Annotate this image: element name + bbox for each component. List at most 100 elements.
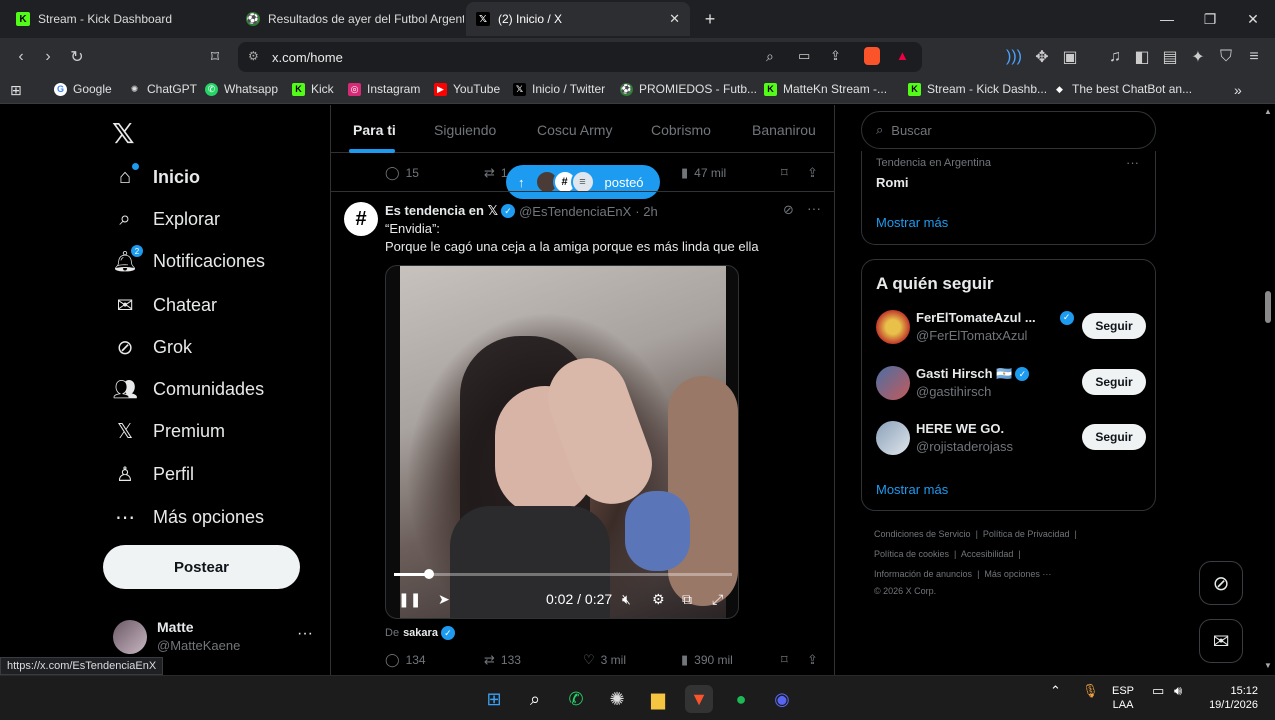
bookmark-whatsapp[interactable]: ✆ Whatsapp <box>205 82 278 96</box>
pause-icon[interactable]: ❚❚ <box>398 591 421 608</box>
sidebar-icon[interactable]: ◧ <box>1131 46 1153 68</box>
search-icon[interactable]: ⌕ <box>766 48 774 65</box>
scroll-up-icon[interactable]: ▲ <box>1264 107 1272 116</box>
menu-icon[interactable]: ≡ <box>1243 46 1265 68</box>
brave-icon[interactable]: ▼ <box>685 685 713 713</box>
scrollbar[interactable]: ▲ ▼ <box>1261 105 1275 675</box>
account-switcher[interactable]: Matte @MatteKaene ··· <box>113 617 323 657</box>
network-icon[interactable]: ▭ <box>1152 684 1164 698</box>
footer-link[interactable]: Política de cookies <box>874 549 949 559</box>
volume-icon[interactable]: 🔊︎ <box>1174 684 1182 698</box>
footer-link[interactable]: Condiciones de Servicio <box>874 529 971 539</box>
file-explorer-icon[interactable]: ▆ <box>644 685 672 713</box>
spotify-icon[interactable]: ● <box>727 685 755 713</box>
follow-button[interactable]: Seguir <box>1082 424 1146 450</box>
nav-mas-opciones[interactable]: ⋯ Más opciones <box>113 497 264 537</box>
bookmark-promiedos[interactable]: ⚽ PROMIEDOS - Futb... <box>620 82 757 96</box>
follow-button[interactable]: Seguir <box>1082 369 1146 395</box>
search-icon[interactable]: ⌕ <box>521 685 549 713</box>
restore-button[interactable]: ❐ <box>1188 0 1232 38</box>
scroll-down-icon[interactable]: ▼ <box>1264 661 1272 670</box>
bookmark-twitter[interactable]: 𝕏 Inicio / Twitter <box>513 82 605 96</box>
show-more-trends[interactable]: Mostrar más <box>876 215 948 230</box>
suggestion-row[interactable]: HERE WE GO. @rojistaderojass Seguir <box>876 421 1146 457</box>
chatgpt-icon[interactable]: ✺ <box>603 685 631 713</box>
reply-button[interactable]: ◯ 15 <box>385 165 419 181</box>
vpn-icon[interactable]: ⛉ <box>1215 46 1237 68</box>
site-info-icon[interactable]: ⚙ <box>248 49 259 63</box>
nav-explorar[interactable]: ⌕ Explorar <box>113 199 220 239</box>
tab-x-home[interactable]: 𝕏 (2) Inicio / X ✕ <box>466 2 690 36</box>
bookmark-mattekn[interactable]: K MatteKn Stream -... <box>764 82 887 96</box>
nav-perfil[interactable]: ♙ Perfil <box>113 454 194 494</box>
scrollbar-thumb[interactable] <box>1265 291 1271 323</box>
tab-promiedos[interactable]: ⚽ Resultados de ayer del Futbol Argent <box>236 2 464 36</box>
bookmark-post-button[interactable]: ⌑ <box>781 165 794 181</box>
tab-siguiendo[interactable]: Siguiendo <box>434 122 496 138</box>
more-icon[interactable]: ··· <box>1126 155 1139 170</box>
apps-icon[interactable]: ⊞ <box>10 82 22 99</box>
address-bar[interactable]: ⚙ x.com/home ⌕ ▭ ⇪ ▲ <box>238 42 922 72</box>
bookmark-instagram[interactable]: ◎ Instagram <box>348 82 420 96</box>
audio-icon[interactable]: ))) <box>1003 46 1025 68</box>
video-progress-bar[interactable] <box>394 569 732 579</box>
like-button[interactable]: ♡ 3 mil <box>583 652 626 668</box>
nav-notificaciones[interactable]: 🔔︎ 2 Notificaciones <box>112 241 265 281</box>
suggestion-row[interactable]: Gasti Hirsch 🇦🇷 ✓ @gastihirsch Seguir <box>876 366 1146 402</box>
wallet-icon[interactable]: ▤ <box>1159 46 1181 68</box>
bookmark-kick[interactable]: K Kick <box>292 82 334 96</box>
extensions-icon[interactable]: ✥ <box>1031 46 1053 68</box>
mute-icon[interactable]: 🔇︎ <box>622 591 631 608</box>
x-logo-icon[interactable]: 𝕏 <box>112 117 135 150</box>
tweet-author-name[interactable]: Es tendencia en 𝕏 <box>385 203 498 219</box>
bookmark-google[interactable]: G Google <box>54 82 112 96</box>
brave-rewards-icon[interactable]: ▲ <box>896 48 909 63</box>
reader-icon[interactable]: ▣ <box>1059 46 1081 68</box>
search-input[interactable]: ⌕ Buscar <box>861 111 1156 149</box>
tab-kick-dashboard[interactable]: K Stream - Kick Dashboard <box>6 2 236 36</box>
reload-icon[interactable]: ↻ <box>66 46 88 68</box>
tweet[interactable]: # Es tendencia en 𝕏 ✓ @EsTendenciaEnX · … <box>331 191 834 675</box>
bookmark-icon[interactable]: ⌑ <box>204 46 226 68</box>
settings-icon[interactable]: ⚙ <box>652 591 665 608</box>
tab-cobrismo[interactable]: Cobrismo <box>651 122 711 138</box>
more-icon[interactable]: ··· <box>297 625 313 643</box>
views-button[interactable]: ▮ 47 mil <box>681 165 726 181</box>
brave-shield-icon[interactable] <box>864 47 880 65</box>
tweet-time[interactable]: · 2h <box>635 204 657 219</box>
source-name[interactable]: sakara <box>403 627 438 639</box>
reply-button[interactable]: ◯ 134 <box>385 652 426 668</box>
nav-grok[interactable]: ⊘ Grok <box>113 327 192 367</box>
follow-button[interactable]: Seguir <box>1082 313 1146 339</box>
bookmark-chatgpt[interactable]: ✺ ChatGPT <box>128 82 197 96</box>
bookmark-kick-dashboard[interactable]: K Stream - Kick Dashb... <box>908 82 1047 96</box>
back-icon[interactable]: ‹ <box>10 46 32 68</box>
share-post-button[interactable]: ⇪ <box>807 652 824 668</box>
nav-chatear[interactable]: ✉ Chatear <box>113 285 217 325</box>
tweet-author-handle[interactable]: @EsTendenciaEnX <box>519 204 631 219</box>
footer-link[interactable]: Más opciones ··· <box>984 569 1051 579</box>
bookmark-post-button[interactable]: ⌑ <box>781 652 794 668</box>
microphone-icon[interactable]: 🎙︎ <box>1082 684 1099 698</box>
nav-inicio[interactable]: ⌂ Inicio <box>113 157 200 197</box>
grok-icon[interactable]: ⊘ <box>783 202 794 218</box>
language-indicator[interactable]: ESP LAA <box>1112 684 1134 712</box>
windows-start-icon[interactable]: ⊞ <box>480 685 508 713</box>
fullscreen-icon[interactable]: ⤢ <box>712 591 723 608</box>
whatsapp-icon[interactable]: ✆ <box>562 685 590 713</box>
tab-coscu-army[interactable]: Coscu Army <box>537 122 612 138</box>
close-window-button[interactable]: ✕ <box>1231 0 1275 38</box>
tab-para-ti[interactable]: Para ti <box>353 122 396 138</box>
new-tab-button[interactable]: + <box>692 0 728 38</box>
leo-ai-icon[interactable]: ✦ <box>1187 46 1209 68</box>
nav-premium[interactable]: 𝕏 Premium <box>113 411 225 451</box>
tray-chevron-icon[interactable]: ⌃ <box>1050 684 1061 698</box>
nav-comunidades[interactable]: 👥︎ Comunidades <box>112 369 264 409</box>
minimize-button[interactable]: — <box>1145 0 1189 38</box>
bookmark-youtube[interactable]: ▶ YouTube <box>434 82 500 96</box>
bookmark-chatbot[interactable]: ◆ The best ChatBot an... <box>1053 82 1192 96</box>
footer-link[interactable]: Política de Privacidad <box>983 529 1070 539</box>
cast-icon[interactable]: ▭ <box>798 48 810 64</box>
repost-button[interactable]: ⇄ 1 <box>484 165 508 181</box>
footer-link[interactable]: Accesibilidad <box>961 549 1014 559</box>
